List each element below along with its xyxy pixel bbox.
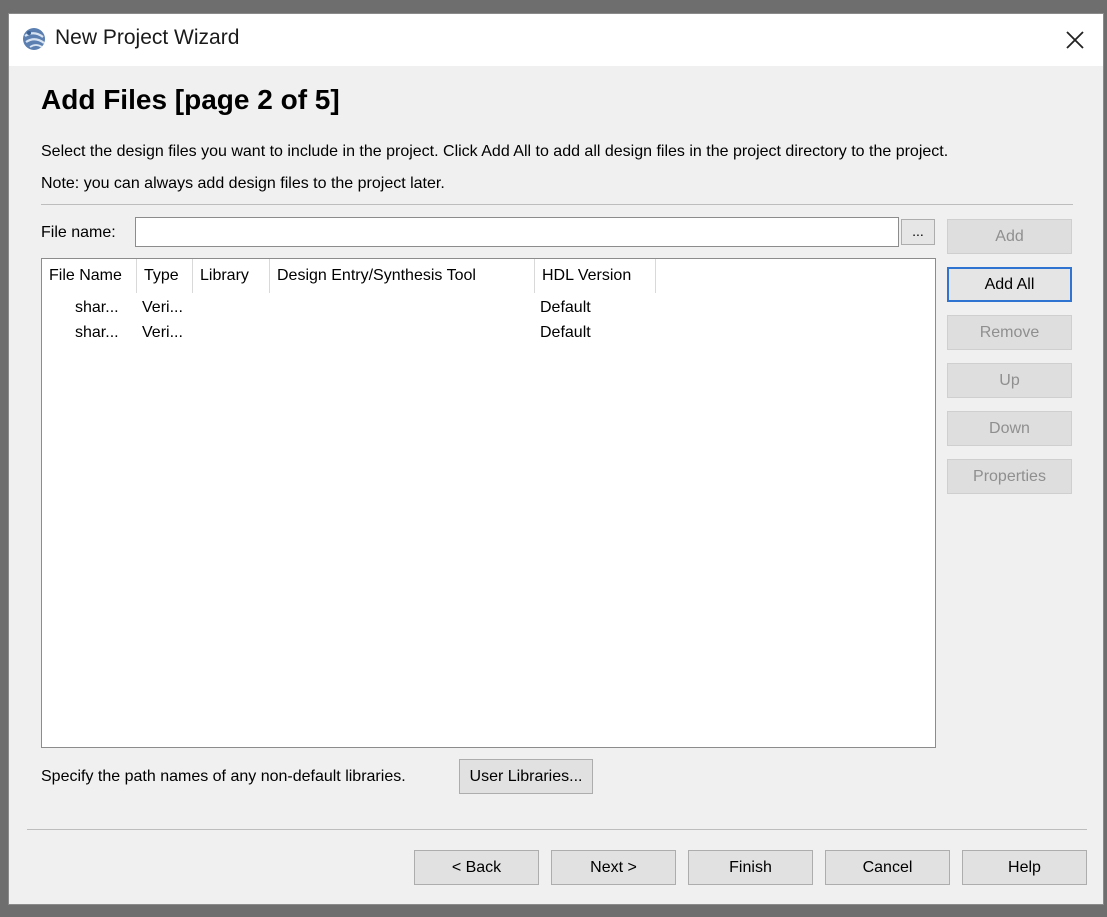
- properties-button[interactable]: Properties: [947, 459, 1072, 494]
- finish-button[interactable]: Finish: [688, 850, 813, 885]
- down-button[interactable]: Down: [947, 411, 1072, 446]
- user-libraries-button[interactable]: User Libraries...: [459, 759, 593, 794]
- cancel-button[interactable]: Cancel: [825, 850, 950, 885]
- file-name-label: File name:: [41, 224, 116, 241]
- user-libraries-label: Specify the path names of any non-defaul…: [41, 768, 406, 785]
- close-icon[interactable]: [1047, 14, 1103, 66]
- up-button[interactable]: Up: [947, 363, 1072, 398]
- cell-hdl-version: Default: [540, 324, 591, 341]
- quartus-globe-icon: [21, 26, 47, 52]
- window-title: New Project Wizard: [55, 26, 240, 49]
- remove-button[interactable]: Remove: [947, 315, 1072, 350]
- column-header-hdl-version[interactable]: HDL Version: [535, 259, 656, 293]
- browse-button[interactable]: ...: [901, 219, 935, 245]
- file-table[interactable]: File Name Type Library Design Entry/Synt…: [41, 258, 936, 748]
- cell-type: Veri...: [142, 299, 183, 316]
- file-name-input[interactable]: [135, 217, 899, 247]
- description-line-2: Note: you can always add design files to…: [41, 175, 445, 192]
- column-header-type[interactable]: Type: [137, 259, 193, 293]
- column-header-file-name[interactable]: File Name: [42, 259, 137, 293]
- column-header-library[interactable]: Library: [193, 259, 270, 293]
- divider: [27, 829, 1087, 830]
- add-all-button[interactable]: Add All: [947, 267, 1072, 302]
- column-header-design-entry-tool[interactable]: Design Entry/Synthesis Tool: [270, 259, 535, 293]
- new-project-wizard-window: New Project Wizard Add Files [page 2 of …: [8, 13, 1104, 905]
- title-bar: New Project Wizard: [9, 14, 1103, 66]
- page-heading: Add Files [page 2 of 5]: [41, 84, 340, 115]
- cell-file-name: shar...: [75, 324, 119, 341]
- cell-type: Veri...: [142, 324, 183, 341]
- cell-file-name: shar...: [75, 299, 119, 316]
- divider: [41, 204, 1073, 205]
- add-button[interactable]: Add: [947, 219, 1072, 254]
- next-button[interactable]: Next >: [551, 850, 676, 885]
- cell-hdl-version: Default: [540, 299, 591, 316]
- description-line-1: Select the design files you want to incl…: [41, 143, 949, 160]
- help-button[interactable]: Help: [962, 850, 1087, 885]
- back-button[interactable]: < Back: [414, 850, 539, 885]
